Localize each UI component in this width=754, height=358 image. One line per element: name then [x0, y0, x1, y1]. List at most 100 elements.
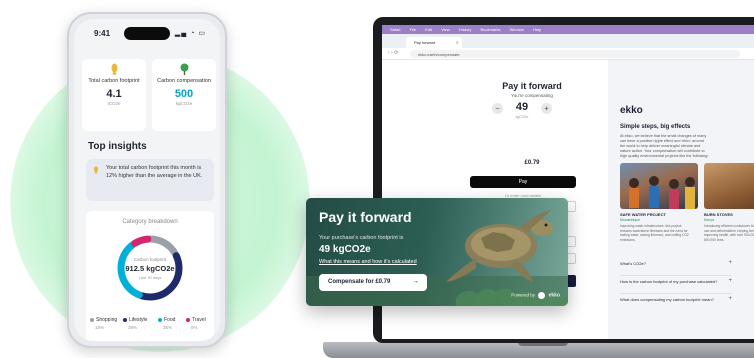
expand-plus-icon: +	[728, 296, 732, 302]
total-footprint-card[interactable]: Total carbon footprint 4.1 tCO2e	[82, 59, 146, 131]
price-label: £0.79	[524, 160, 540, 166]
nav-arrows-icon[interactable]: ‹ › ⟳	[388, 50, 398, 56]
legend-item-travel: Travel 9%	[186, 317, 206, 330]
compensate-button-label: Compensate for £0.79	[328, 279, 391, 285]
faq-item[interactable]: What's CO2e? +	[620, 260, 732, 266]
amount-stepper: − 49 kgCO2e +	[492, 101, 552, 121]
status-time: 9:41	[94, 29, 111, 38]
legend-name: Food	[164, 317, 176, 323]
address-bar-row: ‹ › ⟳ ekko.earth/compensate	[382, 48, 754, 60]
compensating-label: You're compensating	[511, 93, 553, 98]
card-label: Carbon compensation	[157, 78, 211, 84]
legend-pct: 18%	[95, 325, 105, 330]
menu-item[interactable]: Edit	[425, 27, 432, 32]
faq-divider	[620, 293, 732, 294]
apple-pay-button[interactable]: Pay	[470, 176, 576, 188]
project-description: Introducing efficient cookstoves that cu…	[704, 224, 754, 242]
card-title: Pay it forward	[319, 209, 412, 225]
footprint-icon	[82, 63, 146, 76]
legend-name: Travel	[192, 317, 206, 323]
signal-wifi-battery-icon: ▂▄ ◔ ▭	[174, 30, 206, 37]
faq-question: What does compensating my carbon footpri…	[620, 297, 714, 302]
url-text: ekko.earth/compensate	[418, 52, 460, 57]
pay-it-forward-card: Pay it forward Your purchase's carbon fo…	[306, 198, 568, 306]
powered-brand: ekko	[548, 292, 560, 299]
legend-pct: 35%	[163, 325, 173, 330]
dynamic-island	[124, 27, 170, 40]
browser-tab[interactable]: Pay forward ✕	[406, 37, 462, 48]
faq-question: How is the carbon footprint of my purcha…	[620, 279, 718, 284]
category-breakdown-card: Category breakdown Carbon footprint 912.…	[86, 211, 214, 341]
legend-dot	[123, 317, 127, 322]
donut-period: Last 30 days	[138, 275, 162, 280]
url-field[interactable]: ekko.earth/compensate	[410, 50, 740, 58]
phone-screen: 9:41 ▂▄ ◔ ▭ Total carbon footprint 4.1 t…	[74, 19, 220, 341]
legend-item-shopping: Shopping 18%	[90, 317, 117, 330]
tree-icon	[152, 63, 216, 76]
decrease-button[interactable]: −	[492, 103, 503, 114]
powered-by-label: Powered by	[511, 292, 536, 298]
legend-dot	[158, 317, 162, 322]
faq-item[interactable]: What does compensating my carbon footpri…	[620, 296, 732, 302]
tab-title: Pay forward	[414, 40, 436, 45]
legend-pct: 38%	[128, 325, 138, 330]
compensate-button[interactable]: Compensate for £0.79 →	[319, 274, 427, 291]
phone-mockup: 9:41 ▂▄ ◔ ▭ Total carbon footprint 4.1 t…	[67, 12, 227, 348]
legend-dot	[90, 317, 94, 322]
powered-by-ekko: Powered by ekko	[511, 292, 560, 299]
faq-divider	[620, 275, 732, 276]
expand-plus-icon: +	[728, 260, 732, 266]
legend-pct: 9%	[191, 325, 198, 330]
donut-label: Carbon footprint	[133, 257, 167, 262]
burn-stoves-image[interactable]	[704, 163, 754, 209]
card-unit: tCO2e	[107, 101, 121, 106]
menu-item[interactable]: Help	[533, 27, 541, 32]
ekko-badge-icon	[538, 292, 546, 299]
ekko-logo: ekko	[620, 105, 643, 116]
card-label: Total carbon footprint	[88, 78, 140, 84]
safe-water-project-image[interactable]	[620, 163, 698, 209]
legend-name: Shopping	[96, 317, 118, 323]
menu-item[interactable]: Bookmarks	[481, 27, 501, 32]
arrow-right-icon: →	[412, 278, 419, 285]
project-title: SAFE WATER PROJECT	[620, 212, 666, 217]
footprint-icon	[93, 166, 99, 177]
card-value: 500	[174, 88, 194, 100]
faq-item[interactable]: How is the carbon footprint of my purcha…	[620, 278, 732, 284]
card-footprint-value: 49 kgCO2e	[319, 244, 371, 255]
card-unit: kgCO2e	[175, 101, 193, 106]
legend-item-food: Food 35%	[158, 317, 175, 330]
faq-question: What's CO2e?	[620, 261, 646, 266]
category-title: Category breakdown	[122, 219, 178, 225]
legend-name: Lifestyle	[129, 317, 148, 323]
tab-bar: Pay forward ✕	[382, 34, 754, 52]
amount-value: 49	[515, 101, 529, 113]
insight-card[interactable]: Your total carbon footprint this month i…	[86, 159, 214, 201]
insights-title: Top insights	[88, 141, 147, 152]
increase-button[interactable]: +	[541, 103, 552, 114]
expand-plus-icon: +	[728, 278, 732, 284]
page-title: Pay it forward	[502, 81, 562, 91]
menu-item[interactable]: History	[459, 27, 471, 32]
project-location: Mozambique	[620, 218, 641, 222]
close-tab-icon[interactable]: ✕	[456, 40, 459, 45]
legend-item-lifestyle: Lifestyle 38%	[123, 317, 147, 330]
info-paragraph: At ekko, we believe that the small chang…	[620, 134, 709, 158]
card-subtitle: Your purchase's carbon footprint is	[319, 235, 404, 241]
menu-item[interactable]: File	[410, 27, 416, 32]
calculation-info-link[interactable]: What this means and how it's calculated	[319, 259, 417, 265]
apple-pay-label: Pay	[518, 179, 528, 185]
menu-item[interactable]: View	[441, 27, 450, 32]
carbon-compensation-card[interactable]: Carbon compensation 500 kgCO2e	[152, 59, 216, 131]
project-title: BURN STOVES	[704, 212, 733, 217]
menu-item[interactable]: Safari	[390, 27, 400, 32]
insight-text: Your total carbon footprint this month i…	[106, 165, 203, 179]
amount-unit: kgCO2e	[515, 115, 529, 119]
menu-bar: Safari File Edit View History Bookmarks …	[382, 25, 754, 34]
status-bar: 9:41 ▂▄ ◔ ▭	[74, 19, 220, 47]
menu-item[interactable]: Window	[510, 27, 524, 32]
project-location: Kenya	[704, 218, 714, 222]
card-value: 4.1	[106, 88, 122, 100]
laptop-base	[323, 342, 754, 358]
project-description: Improving water infrastructure, this pro…	[620, 224, 689, 242]
